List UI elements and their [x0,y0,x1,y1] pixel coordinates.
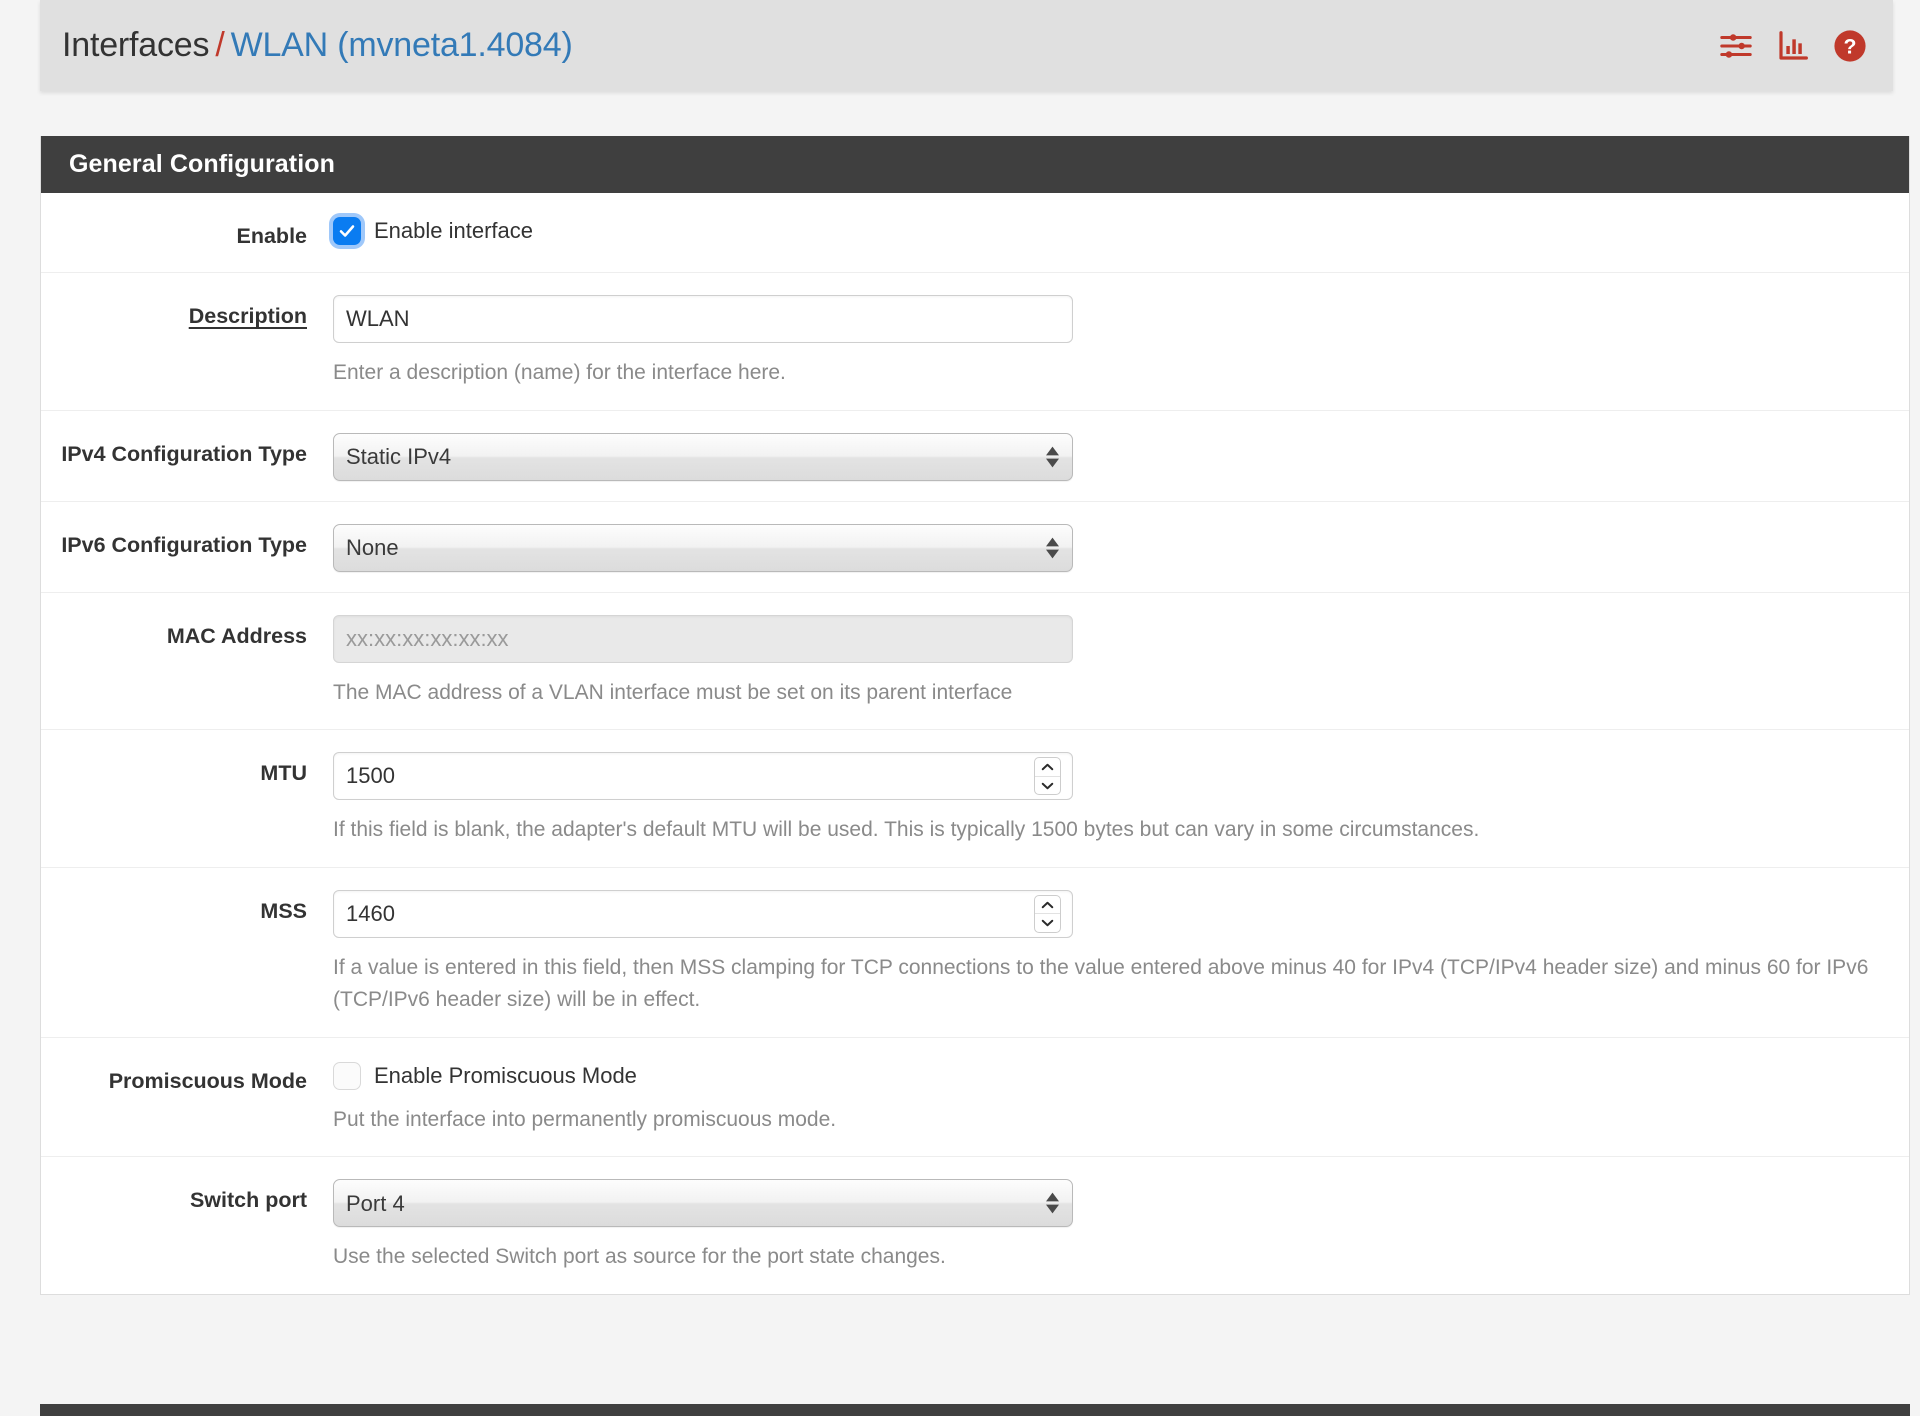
mtu-help: If this field is blank, the adapter's de… [333,818,1480,842]
description-help: Enter a description (name) for the inter… [333,361,786,385]
label-description[interactable]: Description [41,295,329,332]
row-ipv6-configuration-type: IPv6 Configuration Type None [41,502,1909,593]
switch-port-select[interactable]: Port 4 [333,1179,1073,1228]
mac-address-help: The MAC address of a VLAN interface must… [333,680,1013,704]
panel-body: Enable Enable interface Description WLAN… [41,193,1909,1294]
panel-title: General Configuration [41,136,1909,193]
breadcrumb-current: WLAN (mvneta1.4084) [230,26,573,64]
ipv4-configuration-type-select[interactable]: Static IPv4 [333,432,1073,481]
label-ipv6-configuration-type: IPv6 Configuration Type [61,532,307,557]
row-mtu: MTU If this field is blank, the adapter'… [41,730,1909,868]
mss-stepper-down[interactable] [1035,914,1060,932]
mss-stepper[interactable] [1034,894,1061,933]
row-ipv4-configuration-type: IPv4 Configuration Type Static IPv4 [41,411,1909,502]
control-ipv4-configuration-type: Static IPv4 [329,432,1909,481]
sliders-icon[interactable] [1719,29,1753,63]
label-mss: MSS [260,898,307,923]
description-input[interactable] [333,295,1073,344]
control-switch-port: Port 4 Use the selected Switch port as s… [329,1179,1909,1274]
control-mss: If a value is entered in this field, the… [329,889,1909,1017]
row-description: Description Enter a description (name) f… [41,273,1909,411]
breadcrumb-root[interactable]: Interfaces [62,26,210,64]
breadcrumb: Interfaces / WLAN (mvneta1.4084) [62,26,573,65]
promiscuous-mode-help: Put the interface into permanently promi… [333,1107,837,1131]
control-enable: Enable interface [329,215,1909,245]
label-enable: Enable [236,224,308,248]
row-enable: Enable Enable interface [41,193,1909,274]
row-switch-port: Switch port Port 4 Use the selected Swit… [41,1157,1909,1294]
label-promiscuous-mode: Promiscuous Mode [108,1068,307,1093]
help-icon[interactable]: ? [1833,29,1867,63]
general-configuration-panel: General Configuration Enable Enable inte… [40,136,1910,1295]
label-switch-port: Switch port [189,1188,307,1213]
label-mac-address: MAC Address [166,623,307,648]
svg-text:?: ? [1844,34,1857,58]
row-mac-address: MAC Address The MAC address of a VLAN in… [41,593,1909,731]
control-mac-address: The MAC address of a VLAN interface must… [329,614,1909,710]
mtu-input[interactable] [333,752,1073,801]
header-icon-group: ? [1719,29,1867,63]
mac-address-input [333,614,1073,663]
ipv6-configuration-type-select[interactable]: None [333,523,1073,572]
row-promiscuous-mode: Promiscuous Mode Enable Promiscuous Mode… [41,1038,1909,1158]
switch-port-help: Use the selected Switch port as source f… [333,1245,946,1269]
control-ipv6-configuration-type: None [329,523,1909,572]
mtu-stepper-down[interactable] [1035,777,1060,795]
next-panel-heading [40,1404,1910,1416]
mtu-stepper[interactable] [1034,757,1061,796]
chart-icon[interactable] [1777,30,1809,62]
mss-input[interactable] [333,889,1073,938]
control-mtu: If this field is blank, the adapter's de… [329,752,1909,847]
mtu-stepper-up[interactable] [1035,758,1060,777]
breadcrumb-bar: Interfaces / WLAN (mvneta1.4084) ? [40,0,1893,91]
promiscuous-mode-label[interactable]: Enable Promiscuous Mode [374,1063,637,1089]
control-promiscuous-mode: Enable Promiscuous Mode Put the interfac… [329,1060,1909,1137]
label-ipv4-configuration-type: IPv4 Configuration Type [61,441,307,466]
breadcrumb-separator: / [215,26,225,64]
mss-help: If a value is entered in this field, the… [333,955,1869,1012]
row-mss: MSS If a value is entered in this field,… [41,868,1909,1038]
enable-interface-label[interactable]: Enable interface [374,218,533,244]
mss-stepper-up[interactable] [1035,896,1060,915]
promiscuous-mode-checkbox[interactable] [333,1061,361,1090]
label-mtu: MTU [260,761,307,786]
control-description: Enter a description (name) for the inter… [329,295,1909,390]
enable-interface-checkbox[interactable] [333,217,361,245]
